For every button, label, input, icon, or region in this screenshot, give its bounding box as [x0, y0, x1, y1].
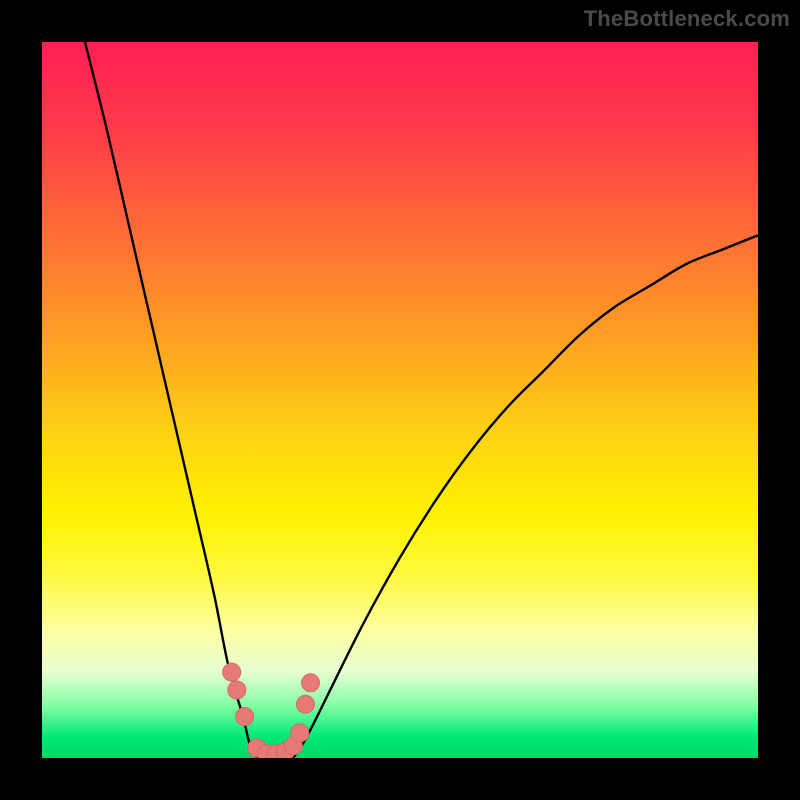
bottleneck-curve [85, 42, 758, 758]
plot-area [42, 42, 758, 758]
data-marker [236, 708, 254, 726]
data-marker [297, 695, 315, 713]
data-marker [228, 681, 246, 699]
chart-frame: TheBottleneck.com [0, 0, 800, 800]
watermark-label: TheBottleneck.com [584, 6, 790, 32]
data-marker [291, 724, 309, 742]
data-marker [302, 674, 320, 692]
curve-layer [42, 42, 758, 758]
data-marker [223, 663, 241, 681]
